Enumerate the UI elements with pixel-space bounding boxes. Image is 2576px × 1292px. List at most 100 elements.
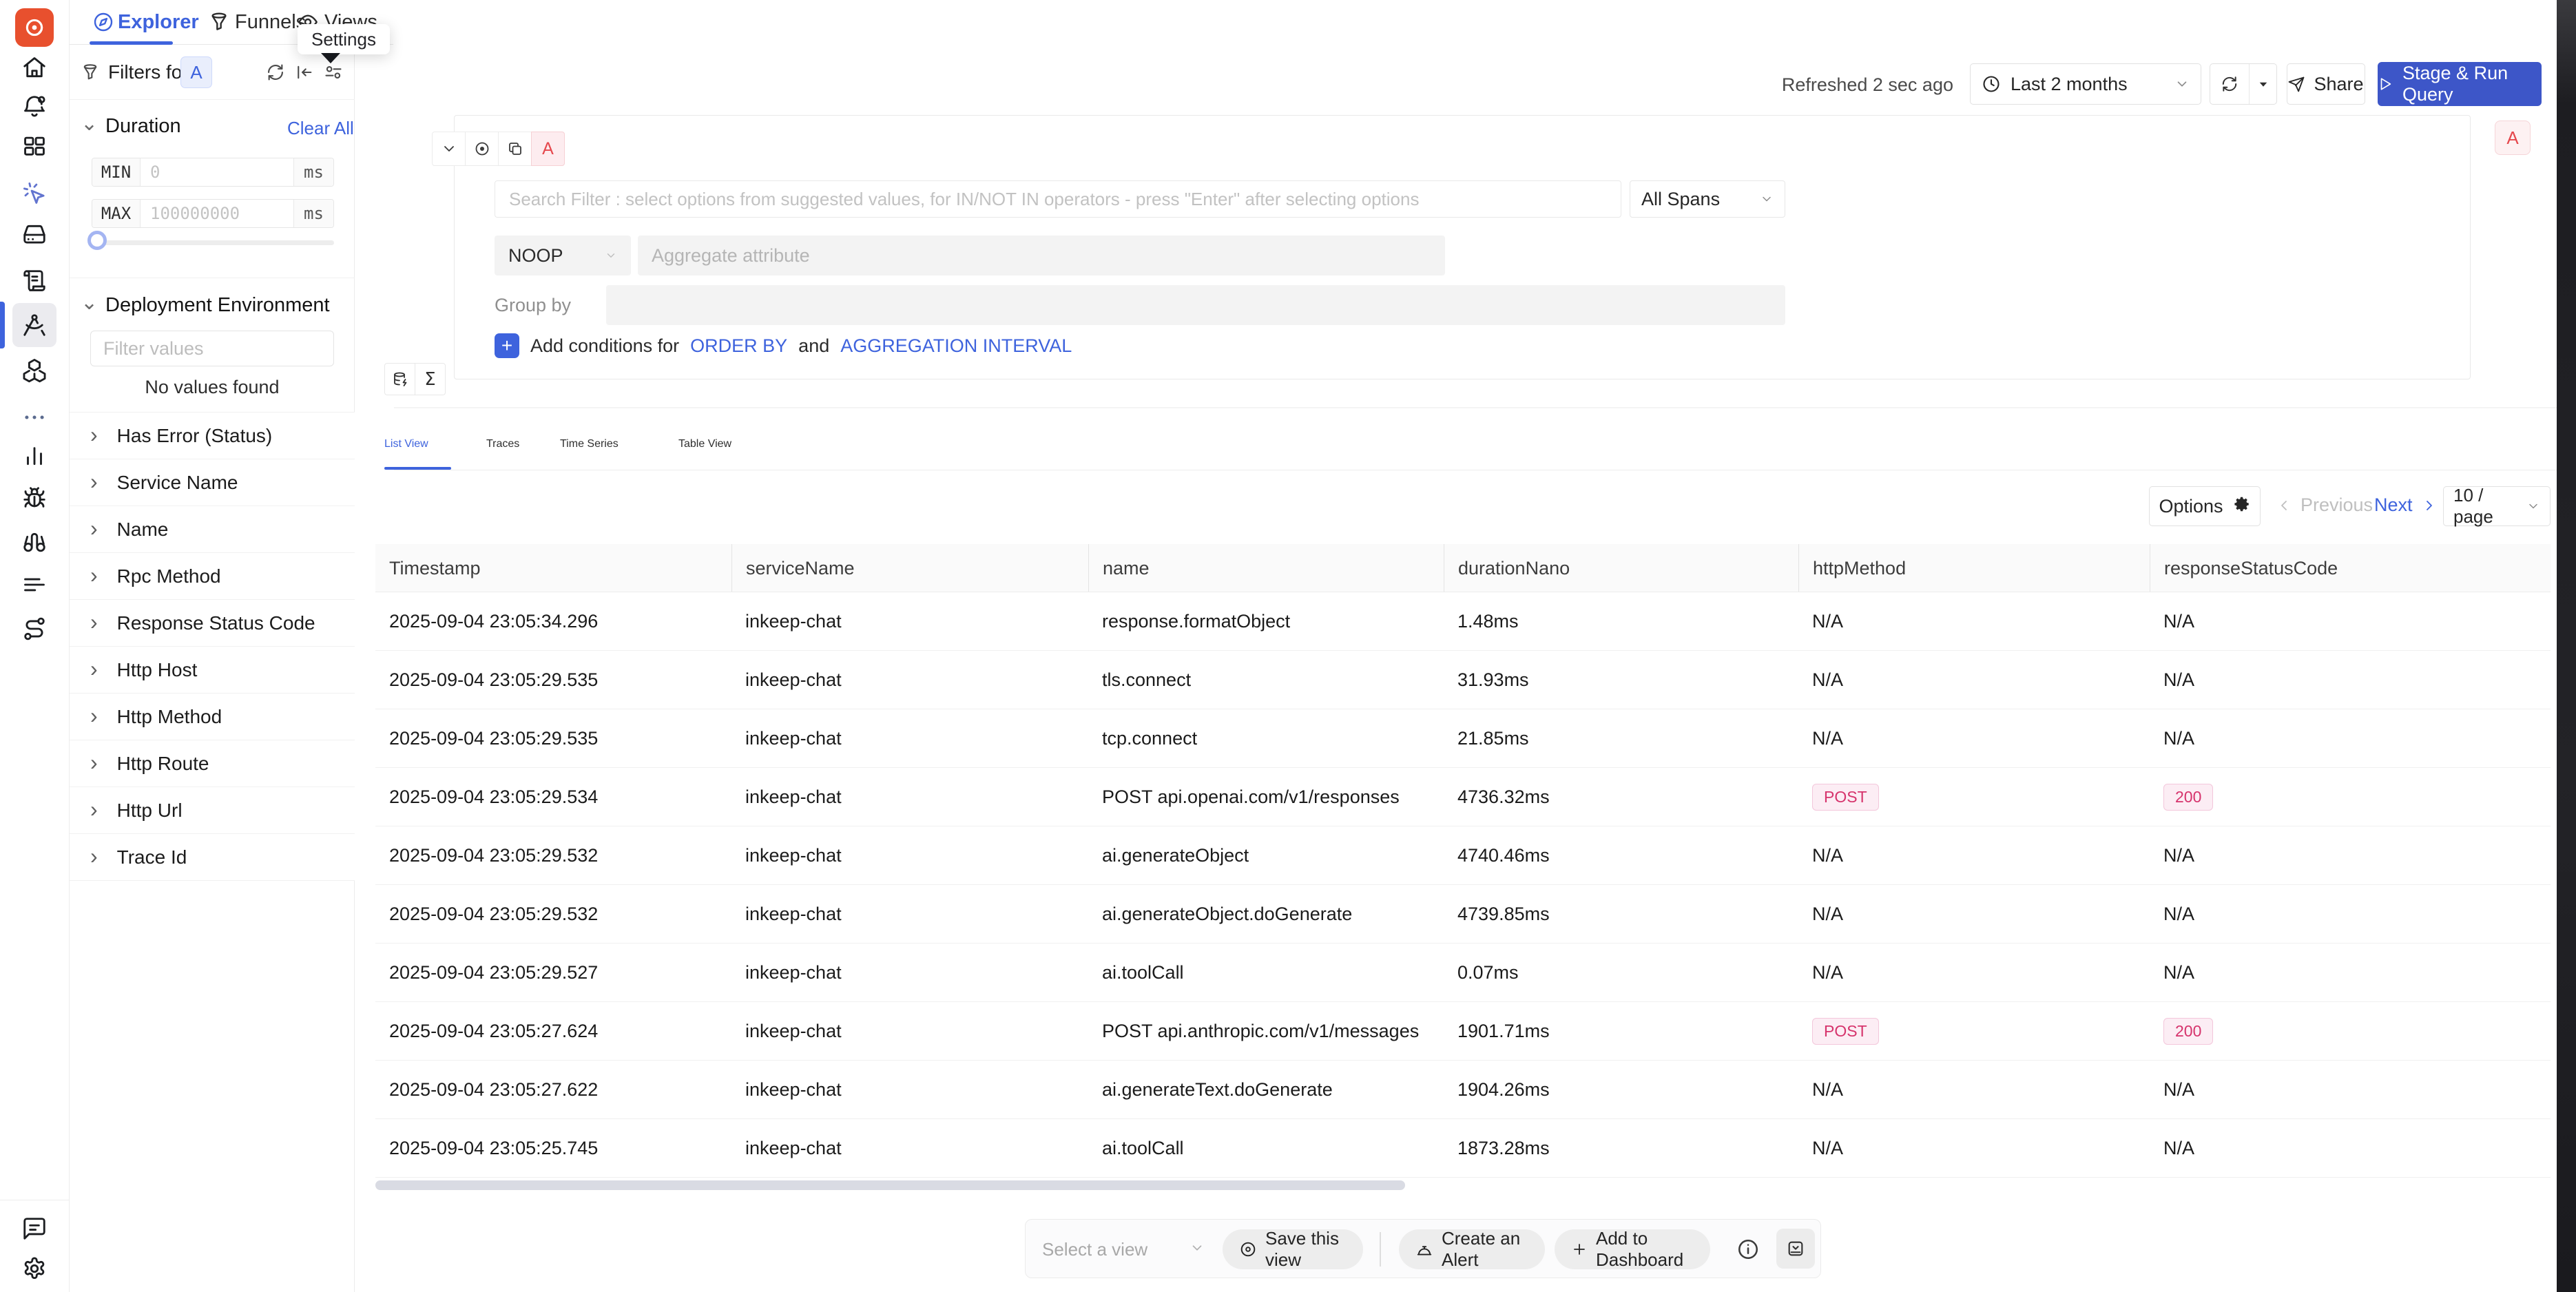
support-chat-icon[interactable] <box>12 1207 56 1251</box>
chevron-down-icon[interactable]: ⌄ <box>81 293 98 313</box>
service-map-route-icon[interactable] <box>12 607 56 651</box>
tab-list-view[interactable]: List View <box>384 438 428 450</box>
query-a-badge-right[interactable]: A <box>2495 121 2531 155</box>
query-a-badge[interactable]: A <box>531 132 565 166</box>
chevron-right-icon: › <box>90 798 98 820</box>
table-row[interactable]: 2025-09-04 23:05:29.535inkeep-chattcp.co… <box>375 709 2551 768</box>
create-alert-button[interactable]: Create an Alert <box>1399 1229 1545 1269</box>
infrastructure-boxes-icon[interactable] <box>12 348 56 392</box>
logs-scroll-icon[interactable] <box>12 259 56 303</box>
duration-section-title[interactable]: Duration <box>105 115 181 138</box>
duration-min-input[interactable] <box>141 158 293 186</box>
filter-section-name[interactable]: ›Name <box>70 506 355 553</box>
exceptions-bug-icon[interactable] <box>12 476 56 520</box>
share-button[interactable]: Share <box>2287 63 2365 105</box>
chevron-right-icon: › <box>90 564 98 586</box>
stage-run-query-button[interactable]: Stage & Run Query <box>2378 62 2542 106</box>
alerts-bell-icon[interactable] <box>12 85 56 129</box>
column-header-responsestatuscode[interactable]: responseStatusCode <box>2150 544 2551 592</box>
deployment-env-title[interactable]: Deployment Environment <box>105 294 330 317</box>
window-edge-scrollbar[interactable] <box>2557 0 2576 1292</box>
select-view-dropdown[interactable]: Select a view <box>1042 1239 1147 1260</box>
filter-section-rpc-method[interactable]: ›Rpc Method <box>70 553 355 600</box>
filter-section-trace-id[interactable]: ›Trace Id <box>70 834 355 881</box>
clone-query-copy-icon[interactable] <box>498 132 532 166</box>
explorer-binoculars-icon[interactable] <box>12 520 56 564</box>
filter-section-response-status-code[interactable]: ›Response Status Code <box>70 600 355 647</box>
add-formula-sigma-icon[interactable]: Σ <box>415 363 446 395</box>
signoz-logo-icon[interactable] <box>15 8 54 47</box>
home-icon[interactable] <box>12 45 56 90</box>
previous-page-button[interactable]: Previous <box>2276 494 2373 516</box>
filter-section-http-route[interactable]: ›Http Route <box>70 740 355 787</box>
aggregate-attribute-input[interactable]: Aggregate attribute <box>638 236 1445 275</box>
collapse-query-chevron-icon[interactable] <box>432 132 466 166</box>
filter-section-http-url[interactable]: ›Http Url <box>70 787 355 834</box>
table-row[interactable]: 2025-09-04 23:05:29.534inkeep-chatPOST a… <box>375 768 2551 826</box>
save-view-button[interactable]: Save this view <box>1223 1229 1363 1269</box>
column-header-httpmethod[interactable]: httpMethod <box>1798 544 2150 592</box>
table-row[interactable]: 2025-09-04 23:05:29.532inkeep-chatai.gen… <box>375 885 2551 944</box>
order-by-link[interactable]: ORDER BY <box>690 335 787 357</box>
tab-time-series[interactable]: Time Series <box>560 438 619 450</box>
settings-gear-icon[interactable] <box>12 1247 56 1291</box>
duration-slider-handle[interactable] <box>87 231 107 250</box>
service-name-cell: inkeep-chat <box>731 592 1088 650</box>
table-row[interactable]: 2025-09-04 23:05:27.622inkeep-chatai.gen… <box>375 1061 2551 1119</box>
span-scope-select[interactable]: All Spans <box>1630 180 1785 218</box>
tab-explorer[interactable]: Explorer <box>118 11 199 34</box>
tab-traces[interactable]: Traces <box>486 438 519 450</box>
plus-icon[interactable]: + <box>495 333 519 358</box>
filter-section-service-name[interactable]: ›Service Name <box>70 459 355 506</box>
get-started-pointer-icon[interactable] <box>12 171 56 216</box>
collapse-left-icon[interactable] <box>295 63 314 82</box>
column-header-servicename[interactable]: serviceName <box>731 544 1088 592</box>
options-button[interactable]: Options <box>2149 486 2261 526</box>
table-row[interactable]: 2025-09-04 23:05:25.745inkeep-chatai.too… <box>375 1119 2551 1178</box>
add-dashboard-label: Add to Dashboard <box>1596 1228 1694 1271</box>
status-code-cell: 200 <box>2150 1002 2551 1060</box>
add-to-dashboard-button[interactable]: Add to Dashboard <box>1555 1229 1710 1269</box>
group-by-input[interactable] <box>606 285 1785 325</box>
aggregation-interval-link[interactable]: AGGREGATION INTERVAL <box>840 335 1072 357</box>
traces-compass-icon[interactable] <box>12 303 56 347</box>
logs-pipelines-list-icon[interactable] <box>12 563 56 607</box>
horizontal-scrollbar[interactable] <box>375 1180 1405 1190</box>
column-header-durationnano[interactable]: durationNano <box>1444 544 1798 592</box>
duration-max-input[interactable] <box>141 200 293 227</box>
filter-section-http-method[interactable]: ›Http Method <box>70 694 355 740</box>
table-row[interactable]: 2025-09-04 23:05:29.535inkeep-chattls.co… <box>375 651 2551 709</box>
add-query-database-icon[interactable] <box>384 363 415 395</box>
filter-section-http-host[interactable]: ›Http Host <box>70 647 355 694</box>
duration-slider-track[interactable] <box>92 240 334 245</box>
tab-table-view[interactable]: Table View <box>678 438 731 450</box>
refresh-icon[interactable] <box>2210 64 2250 104</box>
info-icon[interactable] <box>1736 1238 1760 1261</box>
column-header-timestamp[interactable]: Timestamp <box>375 544 731 592</box>
dashboards-grid-icon[interactable] <box>12 124 56 168</box>
time-range-select[interactable]: Last 2 months <box>1970 63 2201 105</box>
deployment-filter-input[interactable] <box>90 331 334 366</box>
filter-section-has-error-status-[interactable]: ›Has Error (Status) <box>70 413 355 459</box>
query-a-filter-badge[interactable]: A <box>180 56 212 88</box>
plus-icon <box>1571 1241 1588 1258</box>
chevron-down-icon[interactable]: ⌄ <box>81 114 98 134</box>
next-page-button[interactable]: Next <box>2374 494 2438 516</box>
refresh-caret-icon[interactable] <box>2250 78 2276 90</box>
page-size-select[interactable]: 10 / page <box>2443 486 2551 526</box>
column-header-name[interactable]: name <box>1088 544 1444 592</box>
metrics-bar-chart-icon[interactable] <box>12 433 56 477</box>
table-row[interactable]: 2025-09-04 23:05:29.532inkeep-chatai.gen… <box>375 826 2551 885</box>
table-row[interactable]: 2025-09-04 23:05:29.527inkeep-chatai.too… <box>375 944 2551 1002</box>
aggregate-op-select[interactable]: NOOP <box>495 236 631 275</box>
table-row[interactable]: 2025-09-04 23:05:27.624inkeep-chatPOST a… <box>375 1002 2551 1061</box>
filter-settings-icon[interactable] <box>324 63 343 82</box>
toggle-visibility-disc-icon[interactable] <box>465 132 499 166</box>
services-hard-drive-icon[interactable] <box>12 213 56 257</box>
table-row[interactable]: 2025-09-04 23:05:34.296inkeep-chatrespon… <box>375 592 2551 651</box>
panel-bottom-icon[interactable] <box>1776 1229 1815 1269</box>
search-filter-input[interactable] <box>495 180 1621 218</box>
tab-funnels[interactable]: Funnels <box>235 11 306 34</box>
sync-icon[interactable] <box>266 63 285 82</box>
clear-all-link[interactable]: Clear All <box>287 118 354 139</box>
